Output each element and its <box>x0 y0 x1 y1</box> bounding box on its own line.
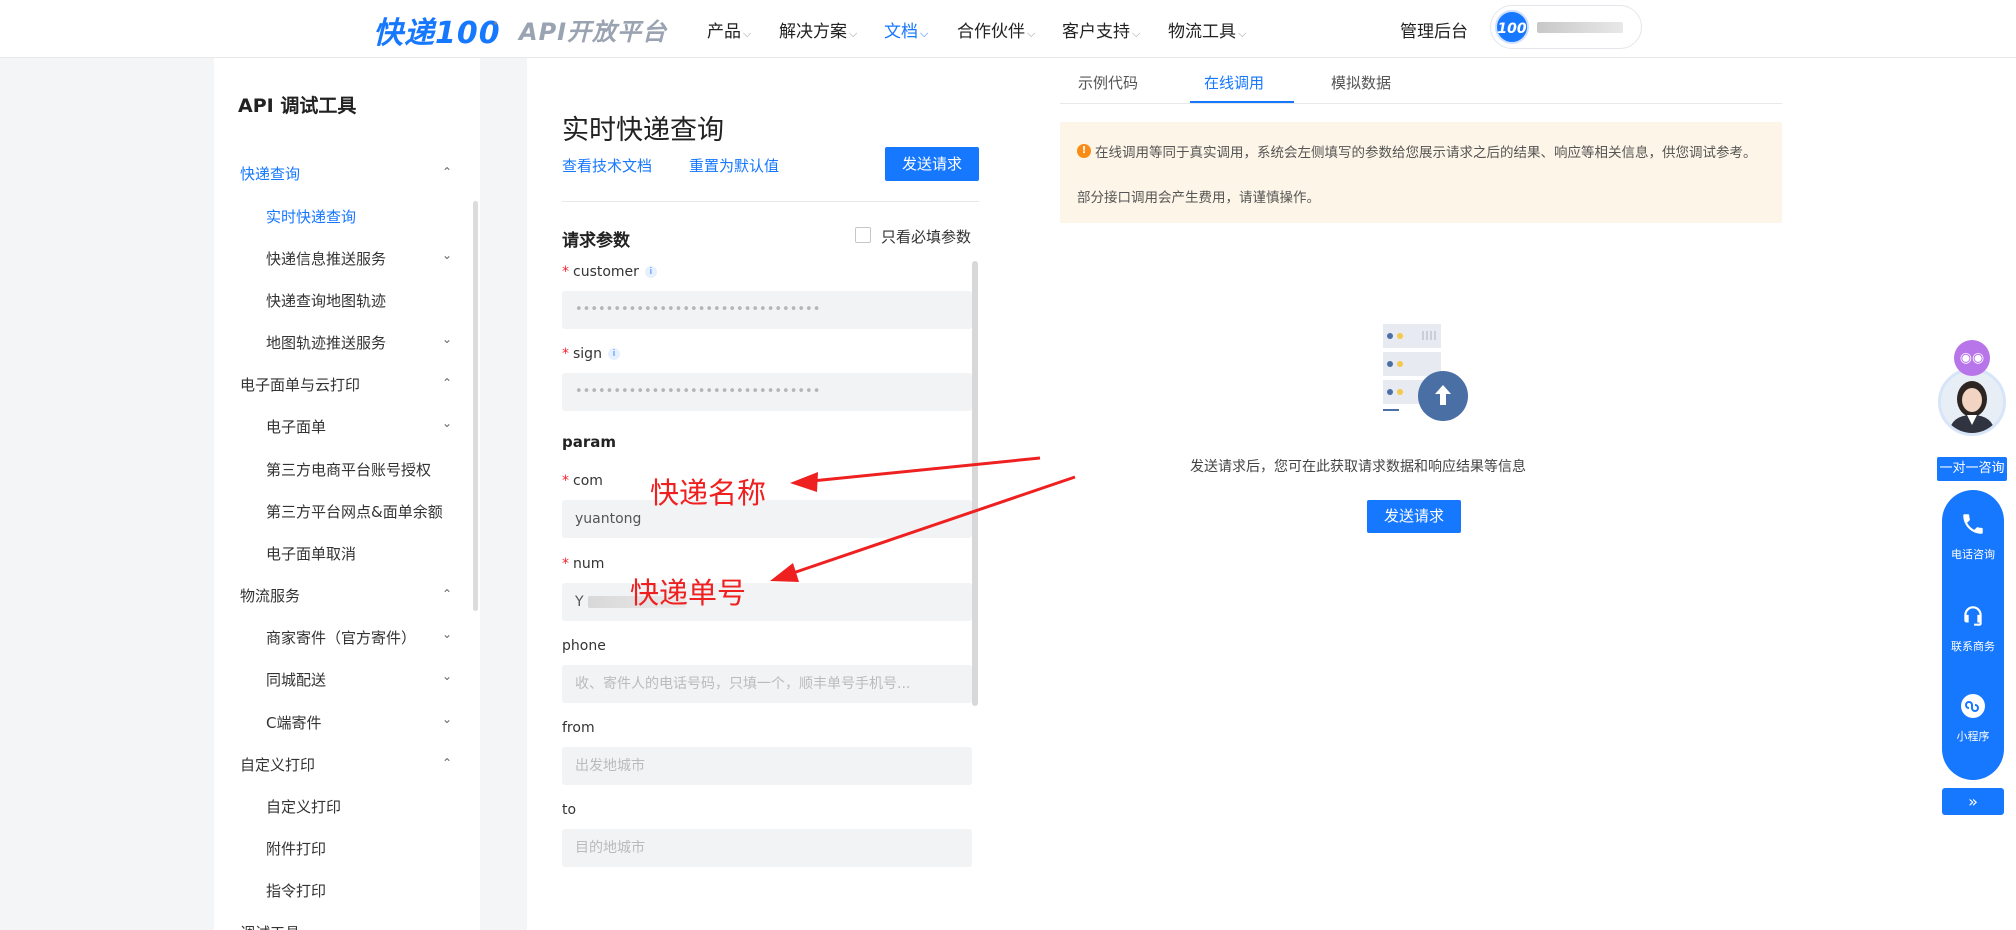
floating-service-bar: ◉◉ 一对一咨询 电话咨询 联系商务 小程序 » <box>1934 340 2010 815</box>
phone-consult-button[interactable]: 电话咨询 <box>1942 508 2004 562</box>
one-on-one-consult-button[interactable]: 一对一咨询 <box>1937 457 2007 481</box>
annotation-tracking-number: 快递单号 <box>630 576 747 610</box>
consultant-avatar[interactable] <box>1938 368 2006 436</box>
annotation-express-name: 快递名称 <box>650 476 767 510</box>
phone-consult-label: 电话咨询 <box>1951 548 1995 561</box>
headset-icon <box>1957 600 1989 632</box>
contact-business-button[interactable]: 联系商务 <box>1942 600 2004 654</box>
mini-program-label: 小程序 <box>1956 730 1990 743</box>
annotation-arrows <box>770 456 1076 582</box>
mini-program-button[interactable]: 小程序 <box>1942 690 2004 744</box>
contact-options: 电话咨询 联系商务 小程序 <box>1942 490 2004 780</box>
contact-business-label: 联系商务 <box>1951 640 1995 653</box>
phone-icon <box>1957 508 1989 540</box>
chatbot-icon[interactable]: ◉◉ <box>1954 340 1990 376</box>
expand-icon[interactable]: » <box>1942 788 2004 815</box>
mini-program-icon <box>1957 690 1989 722</box>
